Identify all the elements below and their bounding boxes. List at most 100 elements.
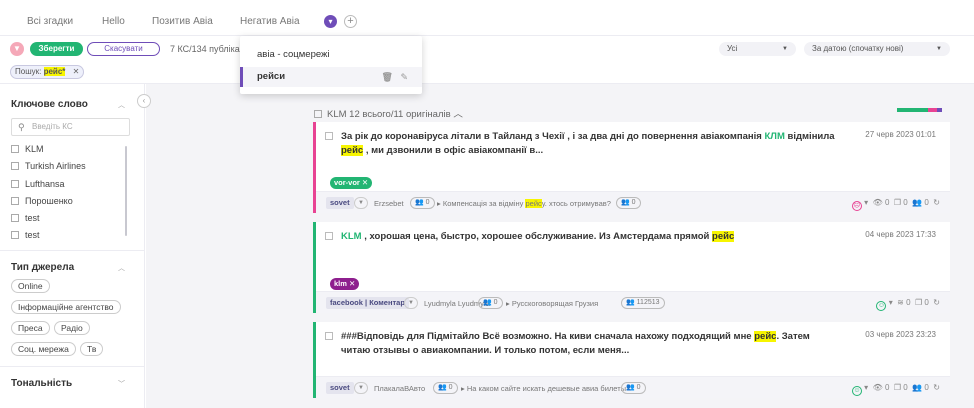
source-chip-tv[interactable]: Тв bbox=[80, 342, 104, 356]
mention-footer: sovet ▼ ПлакалаВАвто 👥 0 ▸ На каком сайт… bbox=[316, 376, 950, 398]
divider bbox=[0, 366, 145, 367]
checkbox[interactable] bbox=[11, 231, 19, 239]
select-all-dropdown[interactable]: Усі ▼ bbox=[719, 42, 796, 56]
add-tab-icon[interactable]: + bbox=[344, 15, 357, 28]
chevron-down-icon[interactable]: ▾ bbox=[324, 15, 337, 28]
chevron-up-icon[interactable]: ︿ bbox=[118, 263, 125, 273]
keyword-checkbox[interactable]: Turkish Airlines bbox=[11, 161, 86, 171]
checkbox[interactable] bbox=[314, 110, 322, 118]
mention-text: KLM , хорошая цена, быстро, хорошее обсл… bbox=[341, 231, 735, 242]
divider bbox=[0, 250, 145, 251]
source-chip[interactable]: sovet bbox=[326, 197, 354, 209]
keyword-checkbox[interactable]: Lufthansa bbox=[11, 179, 65, 189]
source-chip-social[interactable]: Соц. мережа bbox=[11, 342, 76, 356]
checkbox[interactable] bbox=[325, 332, 333, 340]
chevron-up-icon[interactable]: ︿ bbox=[453, 109, 463, 120]
author-count: 👥 0 bbox=[410, 197, 435, 209]
tab-hello[interactable]: Hello bbox=[102, 16, 125, 27]
thread-title[interactable]: ▸ На каком сайте искать дешевые авиа бил… bbox=[461, 384, 626, 393]
copy-icon: ❐ bbox=[893, 383, 902, 392]
chevron-down-icon[interactable]: ▼ bbox=[354, 197, 368, 209]
group-label: KLM 12 всього/11 оригіналів bbox=[327, 109, 451, 120]
mention-footer: sovet ▼ Erzsebet 👥 0 ▸ Компенсація за ві… bbox=[316, 191, 950, 213]
search-chip-prefix: Пошук: bbox=[15, 67, 42, 76]
chevron-down-icon[interactable]: ﹀ bbox=[118, 379, 125, 389]
mention-tag[interactable]: vor-vor ✕ bbox=[330, 177, 373, 189]
save-button[interactable]: Зберегти bbox=[30, 42, 83, 56]
mention-date: 27 черв 2023 01:01 bbox=[865, 130, 936, 139]
pencil-icon[interactable]: ✎ bbox=[400, 72, 408, 82]
mention-footer: facebook | Коментар ▼ Lyudmyla Lyudmyla … bbox=[316, 291, 950, 313]
cancel-button[interactable]: Скасувати bbox=[87, 42, 160, 56]
collapse-sidebar-icon[interactable]: ‹ bbox=[137, 94, 151, 108]
refresh-icon: ↻ bbox=[933, 383, 940, 392]
search-icon: ⚲ bbox=[18, 122, 25, 132]
tab-positive-avia[interactable]: Позитив Авіа bbox=[152, 16, 213, 27]
tone-bar-neutral bbox=[937, 108, 942, 112]
dropdown-item-flights[interactable]: рейси 🗑 ✎ bbox=[240, 67, 422, 87]
checkbox[interactable] bbox=[11, 197, 19, 205]
checkbox[interactable] bbox=[325, 232, 333, 240]
chevron-up-icon[interactable]: ︿ bbox=[118, 100, 125, 110]
chevron-down-icon[interactable]: ▼ bbox=[354, 382, 368, 394]
chevron-down-icon[interactable]: ▼ bbox=[404, 297, 418, 309]
author-name[interactable]: ПлакалаВАвто bbox=[374, 384, 425, 393]
author-name[interactable]: Erzsebet bbox=[374, 199, 404, 208]
positive-tone-icon[interactable]: ☺ bbox=[851, 386, 862, 396]
chevron-down-icon: ▼ bbox=[782, 46, 788, 52]
kc-count: 7 КС/134 публіка bbox=[170, 44, 240, 54]
copy-icon: ❐ bbox=[893, 198, 902, 207]
mention-card[interactable]: KLM , хорошая цена, быстро, хорошее обсл… bbox=[313, 222, 950, 313]
negative-tone-icon[interactable]: ☹ bbox=[851, 201, 862, 211]
thread-title[interactable]: ▸ Русскоговорящая Грузия bbox=[506, 299, 598, 308]
checkbox[interactable] bbox=[325, 132, 333, 140]
source-chip[interactable]: sovet bbox=[326, 382, 354, 394]
checkbox[interactable] bbox=[11, 162, 19, 170]
keyword-checkbox[interactable]: Порошенко bbox=[11, 196, 73, 206]
dropdown-item-avia-social[interactable]: авіа - соцмережі bbox=[240, 45, 422, 65]
checkbox[interactable] bbox=[11, 214, 19, 222]
trash-icon[interactable]: 🗑 bbox=[382, 72, 393, 82]
thread-count: 👥 0 bbox=[616, 197, 641, 209]
source-chip-radio[interactable]: Радіо bbox=[54, 321, 90, 335]
filter-icon[interactable]: ▼ bbox=[10, 42, 24, 56]
source-chip-online[interactable]: Online bbox=[11, 279, 50, 293]
checkbox[interactable] bbox=[11, 180, 19, 188]
sort-dropdown[interactable]: За датою (спочатку нові) ▼ bbox=[804, 42, 950, 56]
mention-text: ###Відповідь для Підмітайло Всё возможно… bbox=[341, 331, 810, 356]
group-header[interactable]: KLM 12 всього/11 оригіналів ︿ bbox=[314, 106, 463, 120]
tab-negative-avia[interactable]: Негатив Авіа bbox=[240, 16, 300, 27]
mention-card[interactable]: За рік до коронавіруса літали в Тайланд … bbox=[313, 122, 950, 213]
close-icon[interactable]: ✕ bbox=[73, 67, 80, 76]
keyword-checkbox[interactable]: test bbox=[11, 230, 40, 240]
dropdown-item-label: рейси bbox=[257, 71, 286, 82]
author-count: 👥 0 bbox=[478, 297, 503, 309]
mention-date: 03 черв 2023 23:23 bbox=[865, 330, 936, 339]
eye-icon: 👁 bbox=[872, 198, 883, 207]
mention-tag[interactable]: klm ✕ bbox=[330, 278, 360, 290]
mention-stats: ☹ ▾ 👁 0 ❐ 0 👥 0 ↻ bbox=[851, 198, 940, 211]
search-chip[interactable]: Пошук: рейс* ✕ bbox=[10, 65, 85, 79]
users-icon: 👥 bbox=[912, 383, 923, 392]
mention-card[interactable]: ###Відповідь для Підмітайло Всё возможно… bbox=[313, 322, 950, 398]
source-chip-press[interactable]: Преса bbox=[11, 321, 50, 335]
author-count: 👥 0 bbox=[433, 382, 458, 394]
mention-date: 04 черв 2023 17:33 bbox=[865, 230, 936, 239]
refresh-icon: ↻ bbox=[933, 298, 940, 307]
checkbox[interactable] bbox=[11, 145, 19, 153]
tab-all-mentions[interactable]: Всі згадки bbox=[27, 16, 73, 27]
thread-title[interactable]: ▸ Компенсація за відміну рейсу. хтось от… bbox=[437, 199, 611, 208]
sort-value: За датою (спочатку нові) bbox=[812, 44, 904, 53]
keyword-search-input[interactable]: ⚲ Введіть КС bbox=[11, 118, 130, 136]
source-chip-news-agency[interactable]: Інформаційне агентство bbox=[11, 300, 121, 314]
keyword-scrollbar[interactable] bbox=[125, 146, 127, 236]
source-chip[interactable]: facebook | Коментар bbox=[326, 297, 409, 309]
tone-section-title: Тональність bbox=[11, 378, 73, 389]
keyword-checkbox[interactable]: KLM bbox=[11, 144, 44, 154]
positive-tone-icon[interactable]: ☺ bbox=[876, 301, 887, 311]
tab-dropdown-menu: авіа - соцмережі рейси 🗑 ✎ bbox=[240, 36, 422, 94]
keyword-search-placeholder: Введіть КС bbox=[32, 122, 73, 131]
wifi-icon: ≋ bbox=[897, 298, 904, 307]
keyword-checkbox[interactable]: test bbox=[11, 213, 40, 223]
mention-stats: ☺ ▾ ≋ 0 ❐ 0 ↻ bbox=[876, 298, 940, 311]
